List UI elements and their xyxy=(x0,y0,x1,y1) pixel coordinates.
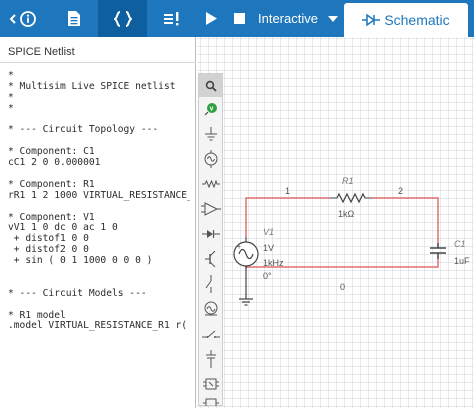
tool-toggle-switch[interactable] xyxy=(199,322,222,345)
node-2-label: 2 xyxy=(398,186,403,196)
netlist-line: .model VIRTUAL_RESISTANCE_R1 r( xyxy=(8,320,188,332)
code-braces-icon xyxy=(113,10,132,27)
r1-value: 1kΩ xyxy=(338,209,355,219)
stop-icon[interactable] xyxy=(234,13,245,24)
diode-icon xyxy=(201,229,220,238)
chevron-down-icon xyxy=(327,15,338,22)
ac-source-icon xyxy=(204,149,217,168)
tool-chip[interactable] xyxy=(199,372,222,395)
netlist-panel: SPICE Netlist * * Multisim Live SPICE net… xyxy=(0,0,196,408)
probe-icon: v xyxy=(204,102,217,115)
netlist-line: * Multisim Live SPICE netlist xyxy=(8,80,176,92)
svg-text:+: + xyxy=(237,244,241,251)
tool-chip-alt[interactable] xyxy=(199,394,222,406)
netlist-line: + sin ( 0 1 1000 0 0 0 ) xyxy=(8,255,153,267)
netlist-line xyxy=(8,267,190,278)
panel-tab-bar xyxy=(0,0,196,37)
v1-frequency: 1kHz xyxy=(263,258,284,268)
divider xyxy=(0,62,196,63)
mode-label: Interactive xyxy=(258,11,318,26)
tool-power-supply[interactable] xyxy=(199,347,222,370)
switch-icon xyxy=(205,274,211,293)
simulation-toolbar: Interactive Schematic xyxy=(196,0,474,37)
meter-icon xyxy=(204,301,217,315)
tool-ac-source[interactable] xyxy=(199,147,222,170)
capacitor-c1[interactable] xyxy=(430,243,446,259)
tab-netlist[interactable] xyxy=(98,0,147,37)
netlist-line: * xyxy=(8,102,14,114)
tool-switch[interactable] xyxy=(199,272,222,295)
svg-text:v: v xyxy=(209,105,213,112)
schematic-tab-label: Schematic xyxy=(384,12,450,28)
tool-transistor[interactable] xyxy=(199,247,222,270)
tab-info[interactable] xyxy=(0,0,49,37)
schematic-circuit: + R1 1kΩ C1 1uF V1 1V 1kHz 0° 1 2 0 xyxy=(233,176,470,306)
netlist-title: SPICE Netlist xyxy=(8,46,75,58)
netlist-text[interactable]: * * Multisim Live SPICE netlist * * * --- Ci… xyxy=(8,71,190,403)
alert-list-icon xyxy=(163,11,178,25)
tab-errors[interactable] xyxy=(147,0,196,37)
tab-schematic[interactable]: Schematic xyxy=(344,3,468,37)
mode-select[interactable]: Interactive xyxy=(258,0,338,37)
info-icon xyxy=(9,10,36,27)
node-0-label: 0 xyxy=(340,282,345,292)
resistor-icon xyxy=(201,179,220,188)
netlist-line: cC1 2 0 0.000001 xyxy=(8,157,101,169)
node-1-label: 1 xyxy=(285,186,290,196)
v1-phase: 0° xyxy=(263,271,272,281)
ac-source-v1[interactable]: + xyxy=(233,237,259,299)
r1-name: R1 xyxy=(342,176,354,186)
ground-symbol[interactable] xyxy=(239,298,253,306)
v1-amplitude: 1V xyxy=(263,243,274,253)
chip-alt-icon xyxy=(202,398,219,406)
tool-meter[interactable] xyxy=(199,297,222,320)
tab-document[interactable] xyxy=(49,0,98,37)
ground-icon xyxy=(204,126,217,140)
transistor-icon xyxy=(204,250,215,267)
switch-toggle-icon xyxy=(201,330,220,338)
tool-search[interactable] xyxy=(199,74,222,97)
c1-value: 1uF xyxy=(454,256,470,266)
power-supply-icon xyxy=(205,349,216,368)
tool-ground[interactable] xyxy=(199,122,222,145)
document-icon xyxy=(67,11,80,26)
chip-icon xyxy=(202,378,219,389)
netlist-line: * xyxy=(8,91,14,103)
netlist-line: * --- Circuit Topology --- xyxy=(8,124,159,136)
play-icon[interactable] xyxy=(204,11,218,26)
tool-resistor[interactable] xyxy=(199,172,222,195)
tool-diode[interactable] xyxy=(199,222,222,245)
component-toolbar: v xyxy=(198,73,223,406)
netlist-line xyxy=(8,202,190,213)
search-icon xyxy=(205,80,217,92)
netlist-line xyxy=(8,300,190,311)
tool-probe[interactable]: v xyxy=(199,97,222,120)
netlist-line: rR1 1 2 1000 VIRTUAL_RESISTANCE_ xyxy=(8,189,190,201)
diode-icon xyxy=(362,14,381,26)
v1-name: V1 xyxy=(263,227,274,237)
netlist-line: * --- Circuit Models --- xyxy=(8,287,147,299)
c1-name: C1 xyxy=(454,239,466,249)
resistor-r1[interactable] xyxy=(330,192,372,204)
tool-opamp[interactable] xyxy=(199,197,222,220)
opamp-icon xyxy=(200,201,221,216)
